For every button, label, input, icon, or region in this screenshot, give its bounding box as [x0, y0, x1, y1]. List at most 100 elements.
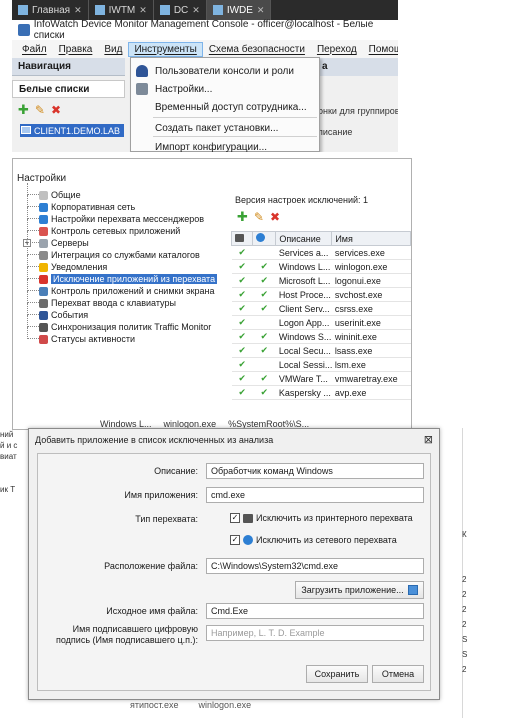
- close-icon[interactable]: ✕: [192, 5, 200, 16]
- add-icon[interactable]: ✚: [18, 103, 29, 116]
- keyboard-icon: [39, 299, 48, 308]
- description-column-header[interactable]: Описание: [275, 231, 333, 246]
- original-filename-field[interactable]: Cmd.Exe: [206, 603, 424, 619]
- exclude-network-checkbox[interactable]: ✓: [230, 535, 240, 545]
- settings-tree-item[interactable]: Интеграция со службами каталогов: [23, 243, 223, 261]
- cancel-button[interactable]: Отмена: [372, 665, 424, 683]
- menu-item[interactable]: Инструменты: [128, 41, 203, 57]
- printer-exclusion-cell: ✔: [231, 287, 253, 302]
- close-icon[interactable]: ✕: [139, 5, 147, 16]
- browser-tab[interactable]: DC ✕: [154, 0, 207, 20]
- right-panel-column-header: писание: [318, 127, 353, 137]
- load-application-button[interactable]: Загрузить приложение...: [295, 581, 424, 599]
- close-icon[interactable]: ✕: [74, 5, 82, 16]
- settings-tree-item[interactable]: Контроль сетевых приложений: [23, 219, 223, 237]
- table-row[interactable]: ✔ ✔ Local Secu... lsass.exe: [231, 343, 411, 358]
- tree-line: [27, 315, 39, 327]
- close-icon[interactable]: ✕: [257, 5, 265, 16]
- table-row[interactable]: ✔ Logon App... userinit.exe: [231, 315, 411, 330]
- tools-menu-item[interactable]: Настройки...: [131, 80, 319, 98]
- table-row[interactable]: ✔ Services a... services.exe: [231, 245, 411, 260]
- name-column-header[interactable]: Имя: [331, 231, 411, 246]
- description-cell: Host Proce...: [275, 287, 332, 302]
- browser-tab[interactable]: IWDE ✕: [206, 0, 272, 20]
- background-text: виат: [0, 452, 17, 461]
- network-icon: [39, 203, 48, 212]
- navigation-section-whitelists[interactable]: Белые списки: [12, 80, 125, 98]
- network-exclusion-cell: ✔: [252, 343, 276, 358]
- menu-item[interactable]: Вид: [98, 42, 128, 57]
- menu-item[interactable]: Схема безопасности: [203, 42, 311, 57]
- settings-tree-item[interactable]: Общие: [23, 183, 223, 201]
- background-text: 2: [462, 590, 467, 599]
- client-list-item[interactable]: CLIENT1.DEMO.LAB: [20, 124, 124, 137]
- tools-menu-item[interactable]: Пользователи консоли и роли: [131, 62, 319, 80]
- settings-tree-item[interactable]: Корпоративная сеть: [23, 195, 223, 213]
- tools-dropdown-menu: Пользователи консоли и роли Настройки... В…: [130, 57, 320, 152]
- background-text: S: [462, 635, 468, 644]
- background-text: winlogon.exe: [198, 700, 252, 710]
- background-text: 2: [462, 605, 467, 614]
- file-location-field[interactable]: C:\Windows\System32\cmd.exe: [206, 558, 424, 574]
- table-row[interactable]: ✔ ✔ Host Proce... svchost.exe: [231, 287, 411, 302]
- settings-tree-item[interactable]: Исключение приложений из перехвата: [23, 267, 223, 285]
- settings-tree-item[interactable]: + Серверы: [23, 231, 223, 249]
- settings-tree-item[interactable]: Контроль приложений и снимки экрана: [23, 279, 223, 297]
- description-field[interactable]: Обработчик команд Windows: [206, 463, 424, 479]
- settings-tree-label: Контроль сетевых приложений: [51, 226, 181, 236]
- users-icon: [136, 65, 148, 77]
- edit-icon[interactable]: ✎: [254, 211, 264, 223]
- description-cell: Local Secu...: [275, 343, 332, 358]
- exclude-network-row[interactable]: ✓ Исключить из сетевого перехвата: [230, 535, 397, 545]
- menu-item[interactable]: Правка: [53, 42, 99, 57]
- computer-icon: [21, 126, 31, 134]
- close-icon[interactable]: ⊠: [424, 433, 433, 446]
- background-text: ятипост.exe: [130, 700, 179, 710]
- table-row[interactable]: ✔ ✔ Microsoft L... logonui.exe: [231, 273, 411, 288]
- name-cell: services.exe: [331, 245, 411, 260]
- app-name-field[interactable]: cmd.exe: [206, 487, 424, 503]
- tools-menu-item-label: Импорт конфигурации...: [155, 141, 268, 153]
- browser-tab-bar: Главная ✕ IWTM ✕ DC ✕ IWDE ✕: [12, 0, 398, 20]
- signer-field[interactable]: Например, L. T. D. Example: [206, 625, 424, 641]
- printer-column-header[interactable]: [230, 231, 254, 246]
- menu-item[interactable]: Файл: [16, 42, 53, 57]
- table-row[interactable]: ✔ ✔ Windows S... wininit.exe: [231, 329, 411, 344]
- delete-icon[interactable]: ✖: [270, 211, 280, 223]
- settings-tree-item[interactable]: Синхронизация политик Traffic Monitor: [23, 315, 223, 333]
- table-row[interactable]: ✔ Local Sessi... lsm.exe: [231, 357, 411, 372]
- delete-icon[interactable]: ✖: [51, 104, 61, 116]
- tree-line: [27, 183, 39, 195]
- tools-menu-item[interactable]: Импорт конфигурации...: [131, 138, 319, 153]
- settings-tree-item[interactable]: Настройки перехвата мессенджеров: [23, 207, 223, 225]
- menu-item[interactable]: Переход: [311, 42, 363, 57]
- network-exclusion-cell: ✔: [252, 301, 276, 316]
- table-row[interactable]: ✔ ✔ Client Serv... csrss.exe: [231, 301, 411, 316]
- table-row[interactable]: ✔ ✔ VMWare T... vmwaretray.exe: [231, 371, 411, 386]
- save-button[interactable]: Сохранить: [306, 665, 368, 683]
- name-cell: userinit.exe: [331, 315, 411, 330]
- menu-item[interactable]: Помощь: [363, 42, 398, 57]
- background-text: [462, 545, 474, 560]
- background-right-fragment: К 2 2 2 2 SS 2: [462, 530, 474, 680]
- client-name: CLIENT1.DEMO.LAB: [34, 125, 121, 136]
- network-column-header[interactable]: [252, 231, 277, 246]
- browser-tab[interactable]: Главная ✕: [12, 0, 89, 20]
- browser-tab[interactable]: IWTM ✕: [89, 0, 154, 20]
- exclude-printer-row[interactable]: ✓ Исключить из принтерного перехвата: [230, 513, 413, 523]
- settings-tree-item[interactable]: Статусы активности: [23, 327, 223, 345]
- settings-tree-item[interactable]: События: [23, 303, 223, 321]
- settings-tree-label: Исключение приложений из перехвата: [51, 274, 218, 284]
- background-text: й и с: [0, 441, 18, 450]
- tools-menu-item[interactable]: Создать пакет установки...: [131, 119, 319, 137]
- settings-tree-item[interactable]: Уведомления: [23, 255, 223, 273]
- exclude-printer-checkbox[interactable]: ✓: [230, 513, 240, 523]
- table-row[interactable]: ✔ ✔ Windows L... winlogon.exe: [231, 259, 411, 274]
- settings-tree-item[interactable]: Перехват ввода с клавиатуры: [23, 291, 223, 309]
- check-icon: ✔: [238, 261, 246, 271]
- table-row[interactable]: ✔ ✔ Kaspersky ... avp.exe: [231, 385, 411, 400]
- intercept-type-label: Тип перехвата:: [135, 514, 198, 524]
- tools-menu-item[interactable]: Временный доступ сотрудника...: [131, 98, 319, 116]
- edit-icon[interactable]: ✎: [35, 104, 45, 116]
- add-icon[interactable]: ✚: [237, 210, 248, 223]
